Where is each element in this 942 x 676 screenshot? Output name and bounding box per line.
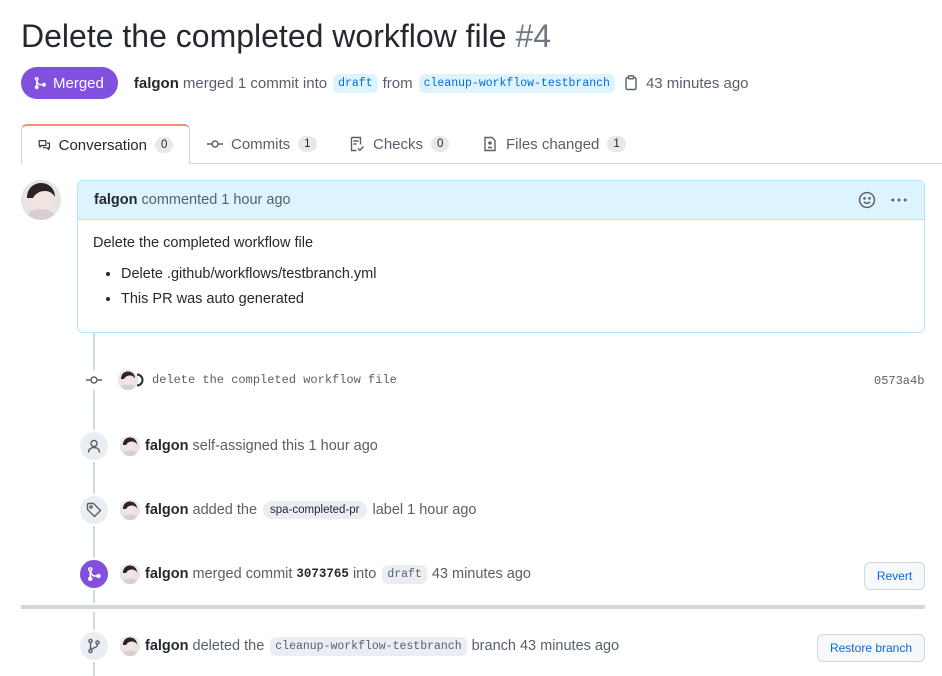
tab-commits-count: 1 [298,136,317,152]
comment-actions [858,191,908,213]
comment-action: commented [141,192,218,208]
merged-status-badge: Merged [21,67,118,99]
timeline-merge: falgon merged commit 3073765 into draft … [78,558,531,590]
event-time[interactable]: 1 hour ago [309,438,378,454]
tab-checks-count: 0 [431,136,450,152]
avatar[interactable] [120,436,140,456]
pr-title: Delete the completed workflow file #4 [21,18,551,55]
timeline-assign: falgon self-assigned this 1 hour ago [78,430,378,462]
comment-header: falgon commented 1 hour ago [78,181,924,220]
smiley-icon[interactable] [858,191,876,213]
label-pill[interactable]: spa-completed-pr [263,501,367,519]
comment-author-link[interactable]: falgon [94,192,138,208]
avatar[interactable] [120,564,140,584]
list-item: Delete .github/workflows/testbranch.yml [121,265,909,284]
event-user-link[interactable]: falgon [145,438,189,454]
event-time[interactable]: 43 minutes ago [432,566,531,582]
tab-commits-label: Commits [231,135,291,153]
event-text-suffix: label [372,502,404,518]
event-time[interactable]: 1 hour ago [407,502,476,518]
event-into-text: into [352,566,377,582]
person-icon [78,430,110,462]
commit-message-link[interactable]: delete the completed workflow file [152,373,397,387]
pr-meta: Merged falgon merged 1 commit into draft… [21,67,749,99]
pr-number: #4 [515,18,552,54]
tab-checks[interactable]: Checks 0 [349,124,450,164]
comment-author-avatar[interactable] [21,180,61,220]
commit-icon [207,140,223,148]
timeline-label: falgon added the spa-completed-pr label … [78,494,476,526]
event-text: deleted the [192,638,265,654]
kebab-menu-icon[interactable] [890,191,908,213]
event-user-link[interactable]: falgon [145,638,189,654]
comment-body-title: Delete the completed workflow file [93,235,314,251]
comment-list: Delete .github/workflows/testbranch.yml … [93,265,909,309]
tab-conversation-label: Conversation [58,136,147,154]
event-text: added the [192,502,258,518]
event-text: merged commit [192,566,293,582]
commit-icon [86,370,102,390]
head-branch-link[interactable]: cleanup-workflow-testbranch [418,73,615,93]
pr-tabs: Conversation 0 Commits 1 Checks 0 Files … [21,124,942,165]
comment-box: falgon commented 1 hour ago Delete the c… [77,180,925,333]
comment-time[interactable]: 1 hour ago [221,192,290,208]
merge-commit-sha-link[interactable]: 3073765 [296,567,349,581]
event-user-link[interactable]: falgon [145,566,189,582]
commit-sha-link[interactable]: 0573a4b [874,374,924,388]
tag-icon [78,494,110,526]
timeline-divider [21,605,925,609]
from-text: from [382,74,413,92]
merged-text: merged 1 commit into [182,74,328,92]
tab-files-changed[interactable]: Files changed 1 [482,124,626,164]
file-diff-icon [484,136,496,152]
merged-status-label: Merged [53,74,104,92]
event-user-link[interactable]: falgon [145,502,189,518]
restore-branch-button[interactable]: Restore branch [817,634,925,662]
merge-icon [34,76,46,90]
git-branch-icon [78,630,110,662]
tab-checks-label: Checks [373,135,424,153]
avatar [134,373,146,387]
tab-files-changed-count: 1 [607,136,626,152]
event-text: self-assigned this [192,438,305,454]
conversation-icon [38,140,50,151]
timeline-branch-deleted: falgon deleted the cleanup-workflow-test… [78,630,619,662]
avatar[interactable] [120,500,140,520]
merge-branch-link[interactable]: draft [382,564,427,584]
merge-icon [78,558,110,590]
checklist-icon [350,136,365,152]
tab-commits[interactable]: Commits 1 [207,124,317,164]
event-time[interactable]: 43 minutes ago [520,638,619,654]
copy-icon[interactable] [624,75,638,91]
merge-time: 43 minutes ago [645,74,749,92]
comment-body: Delete the completed workflow file Delet… [78,220,924,331]
event-text-suffix: branch [471,638,516,654]
timeline-commit: delete the completed workflow file [86,370,397,390]
commit-avatars[interactable] [118,370,146,390]
avatar[interactable] [120,636,140,656]
tab-conversation[interactable]: Conversation 0 [21,124,190,165]
tab-conversation-count: 0 [155,137,173,153]
base-branch-link[interactable]: draft [333,73,378,93]
pr-author-link[interactable]: falgon [134,75,179,92]
list-item: This PR was auto generated [121,290,909,309]
deleted-branch-name: cleanup-workflow-testbranch [270,636,467,656]
tab-files-changed-label: Files changed [506,135,600,153]
pr-title-text: Delete the completed workflow file [21,18,507,54]
revert-button[interactable]: Revert [864,562,925,590]
merge-summary: falgon merged 1 commit into draft from c… [134,73,749,93]
